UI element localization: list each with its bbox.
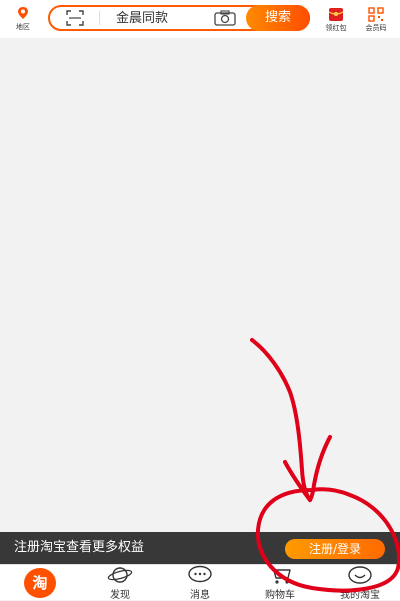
message-icon: [188, 565, 212, 583]
top-bar: 地区 金晨同款 搜索 领红包 会员码: [0, 0, 400, 38]
planet-icon: [107, 567, 133, 583]
red-packet-icon: [328, 8, 344, 21]
tab-discover[interactable]: 发现: [80, 565, 160, 601]
tab-messages-label: 消息: [190, 590, 210, 601]
scan-icon[interactable]: [66, 10, 84, 26]
pay-code-label: 会员码: [365, 24, 387, 32]
search-bar[interactable]: 金晨同款 搜索: [48, 5, 310, 31]
login-banner: 注册淘宝查看更多权益 注册/登录: [0, 532, 400, 564]
tab-home[interactable]: 淘: [0, 565, 80, 601]
search-separator: [99, 11, 100, 25]
region-selector[interactable]: 地区: [6, 6, 40, 34]
content-area: [0, 38, 400, 532]
tab-cart-label: 购物车: [265, 590, 295, 601]
bottom-nav: 淘 发现 消息 购物车 我的淘宝: [0, 564, 400, 601]
region-label: 地区: [16, 23, 30, 31]
taobao-logo-icon: 淘: [24, 568, 56, 598]
tab-discover-label: 发现: [110, 590, 130, 601]
search-button[interactable]: 搜索: [246, 5, 310, 31]
cart-icon: [269, 566, 291, 584]
search-input[interactable]: 金晨同款: [116, 11, 168, 27]
red-packet-label: 领红包: [325, 24, 347, 32]
pay-code-button[interactable]: 会员码: [360, 7, 392, 33]
tab-my-taobao-label: 我的淘宝: [340, 590, 380, 601]
location-icon: [18, 7, 28, 19]
red-packet-button[interactable]: 领红包: [320, 7, 352, 33]
camera-icon[interactable]: [214, 10, 236, 26]
login-banner-message: 注册淘宝查看更多权益: [14, 540, 145, 555]
tab-messages[interactable]: 消息: [160, 565, 240, 601]
qr-code-icon: [368, 7, 384, 22]
tab-my-taobao[interactable]: 我的淘宝: [320, 565, 400, 601]
tab-cart[interactable]: 购物车: [240, 565, 320, 601]
register-login-button[interactable]: 注册/登录: [285, 539, 385, 559]
smile-icon: [348, 566, 372, 584]
